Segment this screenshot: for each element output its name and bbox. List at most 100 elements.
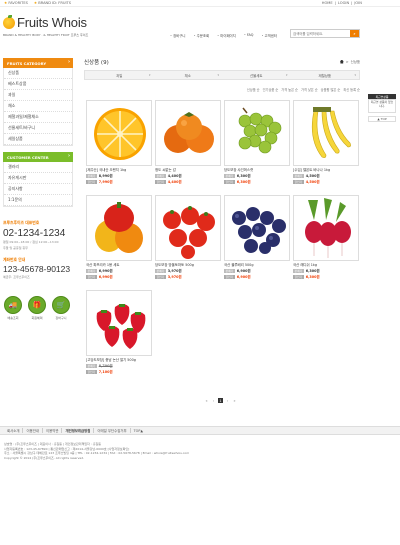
sidebar-item-qna[interactable]: 1:1문의 [4, 195, 72, 206]
sort-reviews[interactable]: 상품평 많은 순 [321, 87, 341, 92]
product-name[interactable]: [제주산] 국내산 오렌지 1kg [86, 168, 152, 172]
product-card[interactable]: 국산 블루베리 500g 판매가 6,900원 할인가 6,900원 [224, 195, 290, 279]
filter-gift[interactable]: 선물세트 [222, 71, 291, 79]
main-content: 신상품 (9) > 신상품 과일 채소 선물세트 제철상품 신상품 순 인기상품… [84, 58, 360, 374]
quick-link-benefits[interactable]: 🎁 회원혜택 [27, 296, 47, 320]
sort-new[interactable]: 신상품 순 [247, 87, 260, 92]
search-icon: ⌕ [353, 31, 356, 36]
filter-seasonal[interactable]: 제철상품 [291, 71, 360, 79]
product-sale-price: 7,990원 [98, 180, 113, 185]
page-title: 신상품 (9) [84, 60, 109, 66]
home-link[interactable]: HOME [322, 1, 333, 5]
product-image-blueberry[interactable] [224, 195, 290, 261]
product-card[interactable]: [수입] 델몬트 바나나 1kg 판매가 4,500원 할인가 4,500원 [293, 100, 359, 184]
truck-icon: 🚚 [4, 296, 22, 314]
join-link[interactable]: JOIN [354, 1, 362, 5]
product-card[interactable]: 국산 래디쉬 1kg 판매가 6,300원 할인가 6,300원 [293, 195, 359, 279]
product-sale-price: 6,990원 [98, 275, 113, 280]
sidebar-item-board[interactable]: 자유게시판 [4, 173, 72, 184]
pager-next[interactable]: › [225, 398, 230, 403]
nav-mypage[interactable]: 마이페이지 [217, 33, 236, 38]
product-price: 8,990원 [98, 174, 113, 179]
sidebar-item-new[interactable]: 신상품 [4, 68, 72, 79]
product-card[interactable]: [제주산] 국내산 오렌지 1kg 판매가 8,990원 할인가 7,990원 [86, 100, 152, 184]
sort-latest[interactable]: 최신 등록 순 [343, 87, 360, 92]
product-image-banana[interactable] [293, 100, 359, 166]
sidebar-item-sale[interactable]: 세일상품 [4, 134, 72, 145]
brand-name: Fruits Whois [17, 15, 87, 30]
sidebar-item-gallery[interactable]: 갤러리 [4, 162, 72, 173]
topbar-right: HOME | LOGIN | JOIN [321, 1, 362, 5]
quick-link-cart[interactable]: 🛒 장바구니 [51, 296, 71, 320]
product-card[interactable]: [고당도보장] 충남 논산 딸기 500g 판매가 8,700원 할인가 7,100… [86, 290, 152, 374]
search-input[interactable] [291, 31, 351, 36]
product-name[interactable]: [수입] 델몬트 바나나 1kg [293, 168, 359, 172]
product-image-radish[interactable] [293, 195, 359, 261]
sidebar-item-best[interactable]: 베스트상품 [4, 79, 72, 90]
favorites-link[interactable]: ★ FAVORITES [4, 1, 28, 5]
search-button[interactable]: ⌕ [350, 30, 359, 37]
product-card[interactable]: 청도 씨없는 감 판매가 4,400원 할인가 4,400원 [155, 100, 221, 184]
product-card[interactable]: 당도보장 방울토마토 500g 판매가 3,970원 할인가 3,970원 [155, 195, 221, 279]
product-name[interactable]: 당도보장 샤인머스캣 [224, 168, 290, 172]
sort-price-high[interactable]: 가격 높은 순 [281, 87, 298, 92]
product-card[interactable]: 당도보장 샤인머스캣 판매가 6,300원 할인가 6,300원 [224, 100, 290, 184]
product-name[interactable]: 당도보장 방울토마토 500g [155, 263, 221, 267]
customer-center-header: CUSTOMER CENTER [3, 152, 73, 162]
product-name[interactable]: 국산 블루베리 500g [224, 263, 290, 267]
sidebar-item-fruit[interactable]: 과일 [4, 90, 72, 101]
sidebar: FRUITS CATEGORY 신상품 베스트상품 과일 채소 제철과일/제철채… [3, 58, 73, 207]
main-nav: 장바구니 주문조회 마이페이지 FAQ 고객센터 [170, 33, 277, 38]
top-utility-bar: ★ FAVORITES ★ BRAND ID: FRUITS HOME | LOG… [0, 0, 400, 7]
nav-order-lookup[interactable]: 주문조회 [194, 33, 209, 38]
quick-link-delivery[interactable]: 🚚 배송조회 [3, 296, 23, 320]
product-image-pepper[interactable] [86, 195, 152, 261]
product-image-grape[interactable] [224, 100, 290, 166]
product-card[interactable]: 국산 파프리카 1봉 세트 판매가 6,990원 할인가 6,990원 [86, 195, 152, 279]
product-image-tomato[interactable] [155, 195, 221, 261]
sort-popular[interactable]: 인기상품 순 [263, 87, 279, 92]
product-image-persimmon[interactable] [155, 100, 221, 166]
nav-cart[interactable]: 장바구니 [170, 33, 185, 38]
search-box: ⌕ [290, 29, 360, 38]
product-price: 6,990원 [98, 269, 113, 274]
orange-logo-icon [3, 14, 15, 29]
product-image-strawberry[interactable] [86, 290, 152, 356]
sidebar-item-vegetable[interactable]: 채소 [4, 101, 72, 112]
breadcrumb: > 신상품 [339, 59, 360, 64]
account-title: 계좌번호 안내 [3, 257, 26, 262]
product-name[interactable]: 국산 파프리카 1봉 세트 [86, 263, 152, 267]
product-name[interactable]: [고당도보장] 충남 논산 딸기 500g [86, 358, 152, 362]
product-sale-price: 6,900원 [236, 275, 251, 280]
product-sale-price: 4,500원 [305, 180, 320, 185]
sidebar-item-gift[interactable]: 선물세트/바구니 [4, 123, 72, 134]
nav-faq[interactable]: FAQ [244, 33, 254, 38]
filter-vegetable[interactable]: 채소 [154, 71, 223, 79]
sort-price-low[interactable]: 가격 낮은 순 [301, 87, 318, 92]
site-logo[interactable]: Fruits Whois [3, 14, 87, 30]
copyright: Copyright © 2014 (주)프루츠후이즈. All rights r… [4, 455, 85, 460]
pager-last[interactable]: » [232, 398, 237, 403]
login-link[interactable]: LOGIN [338, 1, 349, 5]
sidebar-item-seasonal[interactable]: 제철과일/제철채소 [4, 112, 72, 123]
arrow-up-icon: ▲ [377, 117, 380, 121]
brand-id-link[interactable]: ★ BRAND ID: FRUITS [34, 1, 71, 5]
scroll-top-button[interactable]: ▲ TOP [368, 116, 396, 122]
nav-customer-center[interactable]: 고객센터 [261, 33, 277, 38]
call-center: 프루츠후이즈 대표번호 02-1234-1234 평일 09:00~18:00 … [3, 220, 75, 280]
product-image-orange[interactable] [86, 100, 152, 166]
footer-link-about[interactable]: 회사소개 [4, 428, 24, 433]
footer-link-email-refusal[interactable]: 이메일 무단수집거부 [94, 428, 131, 433]
filter-fruit[interactable]: 과일 [85, 71, 154, 79]
footer-link-terms[interactable]: 이용약관 [43, 428, 63, 433]
pager-first[interactable]: « [204, 398, 209, 403]
pager-prev[interactable]: ‹ [211, 398, 216, 403]
product-name[interactable]: 국산 래디쉬 1kg [293, 263, 359, 267]
product-name[interactable]: 청도 씨없는 감 [155, 168, 221, 172]
sidebar-item-notice[interactable]: 공지사항 [4, 184, 72, 195]
pager-current[interactable]: 1 [218, 398, 223, 403]
footer-link-top[interactable]: TOP▲ [131, 429, 146, 433]
footer-link-guide[interactable]: 이용안내 [23, 428, 43, 433]
home-icon[interactable] [339, 59, 344, 64]
footer-link-privacy[interactable]: 개인정보취급방침 [62, 428, 95, 433]
